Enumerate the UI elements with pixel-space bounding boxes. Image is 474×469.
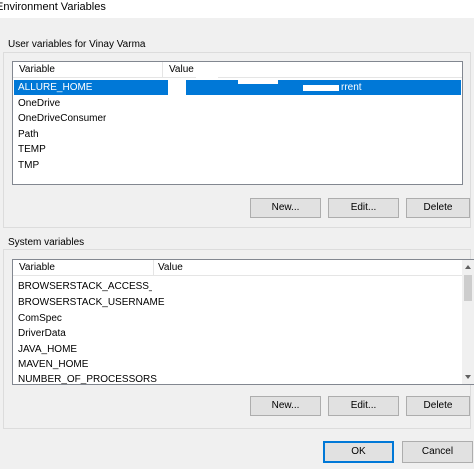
system-var-row[interactable]: NUMBER_OF_PROCESSORS [14,372,462,385]
redaction-mark [163,278,298,290]
system-list-header: Variable Value [13,260,474,276]
user-var-row-path[interactable]: Path [14,127,461,142]
column-header-variable[interactable]: Variable [15,62,55,78]
user-var-row-temp[interactable]: TEMP [14,142,461,157]
system-var-row[interactable]: JAVA_HOME [14,342,462,357]
system-edit-button[interactable]: Edit... [328,396,399,416]
system-variables-label: System variables [8,237,85,248]
column-header-value[interactable]: Value [154,260,183,276]
system-new-button[interactable]: New... [250,396,321,416]
variable-value: rrent [341,82,362,93]
user-delete-button[interactable]: Delete [406,198,470,218]
variable-name: BROWSERSTACK_USERNAME [18,297,165,308]
column-header-value[interactable]: Value [165,62,194,78]
variable-name: ALLURE_HOME [18,82,93,93]
variable-name: NUMBER_OF_PROCESSORS [18,374,157,385]
system-var-row[interactable]: MAVEN_HOME [14,357,462,372]
system-var-row[interactable]: DriverData [14,326,462,341]
redaction-mark [303,85,339,91]
user-variables-label: User variables for Vinay Varma [8,39,146,50]
user-edit-button[interactable]: Edit... [328,198,399,218]
user-variables-list[interactable]: Variable Value ALLURE_HOME rrent OneDriv… [12,61,463,185]
ok-button[interactable]: OK [323,441,394,463]
variable-name: OneDriveConsumer [18,113,107,124]
user-var-row-onedriveconsumer[interactable]: OneDriveConsumer [14,111,461,126]
system-var-row[interactable]: BROWSERSTACK_USERNAME [14,295,462,310]
system-delete-button[interactable]: Delete [406,396,470,416]
variable-name: JAVA_HOME [18,344,78,355]
variable-name: TMP [18,160,40,171]
redaction-mark [196,62,218,80]
variable-name: OneDrive [18,98,61,109]
cancel-button[interactable]: Cancel [402,441,473,463]
user-var-row-tmp[interactable]: TMP [14,158,461,173]
scroll-down-icon[interactable] [465,375,471,379]
variable-name: MAVEN_HOME [18,359,89,370]
system-variables-list[interactable]: Variable Value BROWSERSTACK_ACCESS_KEY B… [12,259,474,385]
system-list-scrollbar[interactable] [462,260,474,384]
column-separator[interactable] [162,62,163,78]
variable-name: DriverData [18,328,66,339]
variable-name: Path [18,129,39,140]
column-header-variable[interactable]: Variable [15,260,55,276]
variable-name: TEMP [18,144,46,155]
system-var-row[interactable]: ComSpec [14,311,462,326]
user-list-header: Variable Value [13,62,462,78]
scroll-up-icon[interactable] [465,265,471,269]
title-bar: Environment Variables [0,0,474,18]
user-new-button[interactable]: New... [250,198,321,218]
variable-name: ComSpec [18,313,62,324]
scroll-thumb[interactable] [464,275,472,301]
variable-name: BROWSERSTACK_ACCESS_KEY [18,281,152,292]
redaction-mark [168,79,186,96]
user-var-row-onedrive[interactable]: OneDrive [14,96,461,111]
redaction-mark [238,79,278,84]
window-title: Environment Variables [0,1,106,13]
